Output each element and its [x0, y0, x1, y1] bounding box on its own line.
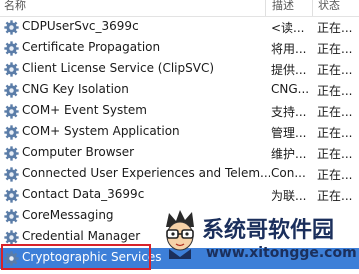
service-row[interactable]: Client License Service (ClipSVC) 提供... 正在.…	[0, 59, 359, 80]
service-row[interactable]: COM+ System Application 管理... 正在...	[0, 122, 359, 143]
service-status: 正在...	[317, 126, 353, 140]
service-description: 为联...	[271, 189, 307, 203]
service-name: Computer Browser	[22, 145, 135, 159]
mascot-logo	[166, 210, 194, 259]
gear-icon	[3, 145, 20, 162]
gear-icon	[3, 166, 20, 183]
service-description: 维护...	[271, 147, 307, 161]
list-header: 名称 描述 状态	[0, 0, 359, 17]
service-row[interactable]: Computer Browser 维护... 正在...	[0, 143, 359, 164]
gear-icon	[3, 61, 20, 78]
column-header-name[interactable]: 名称	[4, 0, 26, 13]
service-description: <读...	[271, 21, 305, 35]
service-row[interactable]: CDPUserSvc_3699c <读... 正在...	[0, 17, 359, 38]
service-row[interactable]: Connected User Experiences and Telem... C…	[0, 164, 359, 185]
service-status: 正在...	[317, 105, 353, 119]
service-name: COM+ System Application	[22, 124, 180, 138]
service-description: 支持...	[271, 105, 307, 119]
service-name: Client License Service (ClipSVC)	[22, 61, 215, 75]
service-row[interactable]: CNG Key Isolation CNG... 正在...	[0, 80, 359, 101]
service-status: 正在...	[317, 42, 353, 56]
column-divider[interactable]	[312, 0, 313, 16]
service-status: 正在...	[317, 168, 353, 182]
gear-icon	[3, 40, 20, 57]
gear-icon	[3, 19, 20, 36]
column-header-description[interactable]: 描述	[272, 0, 294, 13]
watermark-url: www.xitongge.com	[206, 245, 357, 261]
gear-icon	[3, 208, 20, 225]
service-status: 正在...	[317, 189, 353, 203]
gear-icon	[3, 124, 20, 141]
column-header-status[interactable]: 状态	[318, 0, 340, 13]
service-description: 将用...	[271, 42, 307, 56]
gear-icon	[3, 82, 20, 99]
service-description: 提供...	[271, 63, 307, 77]
service-name: Connected User Experiences and Telem...	[22, 166, 270, 180]
service-description: Con...	[271, 166, 306, 180]
service-description: CNG...	[271, 82, 310, 96]
service-status: 正在...	[317, 21, 353, 35]
service-description: 管理...	[271, 126, 307, 140]
service-status: 正在...	[317, 147, 353, 161]
watermark-title: 系统哥软件园	[202, 218, 335, 243]
gear-icon	[3, 250, 20, 267]
service-status: 正在...	[317, 63, 353, 77]
service-name: CDPUserSvc_3699c	[22, 19, 139, 33]
gear-icon	[3, 103, 20, 120]
gear-icon	[3, 229, 20, 246]
service-name: Contact Data_3699c	[22, 187, 145, 201]
service-row[interactable]: COM+ Event System 支持... 正在...	[0, 101, 359, 122]
watermark: 系统哥软件园 www.xitongge.com	[160, 203, 359, 274]
service-name: COM+ Event System	[22, 103, 147, 117]
service-name: CNG Key Isolation	[22, 82, 129, 96]
service-status: 正在...	[317, 84, 353, 98]
service-row[interactable]: Certificate Propagation 将用... 正在...	[0, 38, 359, 59]
service-name: Certificate Propagation	[22, 40, 161, 54]
column-divider[interactable]	[265, 0, 266, 16]
gear-icon	[3, 187, 20, 204]
